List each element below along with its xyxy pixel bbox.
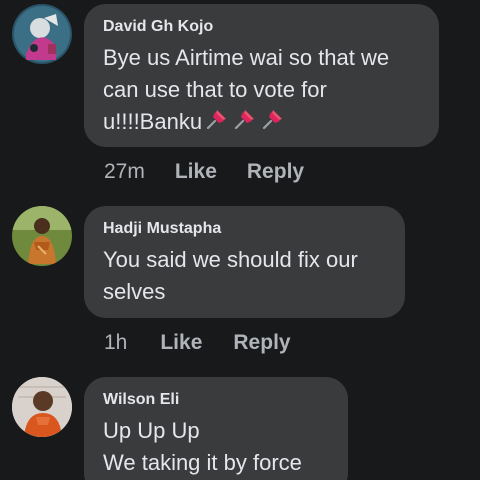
comment-text-line-content: u!!!!Banku bbox=[103, 109, 203, 134]
comment-timestamp: 1h bbox=[104, 331, 128, 354]
comment-timestamp: 27m bbox=[104, 160, 145, 183]
comment-text-line: You said we should fix our bbox=[103, 247, 358, 272]
comment-text-line: Bye us Airtime wai so that we bbox=[103, 45, 390, 70]
comment-actions: 27m Like Reply bbox=[104, 159, 304, 185]
avatar[interactable] bbox=[12, 4, 72, 64]
pushpin-icon bbox=[262, 110, 283, 130]
avatar[interactable] bbox=[12, 377, 72, 437]
comment-text-line: can use that to vote for bbox=[103, 77, 327, 102]
comment-author[interactable]: David Gh Kojo bbox=[103, 17, 421, 37]
like-button[interactable]: Like bbox=[175, 159, 217, 185]
avatar-image bbox=[12, 4, 72, 64]
comment-text: Up Up Up We taking it by force bbox=[103, 415, 330, 479]
comment-author[interactable]: Hadji Mustapha bbox=[103, 219, 387, 239]
comment-text: Bye us Airtime wai so that we can use th… bbox=[103, 42, 421, 138]
comment-text: You said we should fix our selves bbox=[103, 244, 387, 308]
avatar-image bbox=[12, 377, 72, 437]
comment-bubble: David Gh Kojo Bye us Airtime wai so that… bbox=[84, 4, 439, 147]
comment-bubble: Wilson Eli Up Up Up We taking it by forc… bbox=[84, 377, 348, 480]
pushpin-icon bbox=[206, 110, 227, 130]
avatar[interactable] bbox=[12, 206, 72, 266]
comment-bubble: Hadji Mustapha You said we should fix ou… bbox=[84, 206, 405, 318]
pushpin-icon bbox=[234, 110, 255, 130]
comment-text-line: We taking it by force bbox=[103, 450, 302, 475]
comment-actions: 1h Like Reply bbox=[104, 330, 291, 356]
reply-button[interactable]: Reply bbox=[233, 330, 290, 356]
like-button[interactable]: Like bbox=[160, 330, 202, 356]
comment-author[interactable]: Wilson Eli bbox=[103, 390, 330, 410]
comment-text-line: Up Up Up bbox=[103, 418, 200, 443]
comment-feed: David Gh Kojo Bye us Airtime wai so that… bbox=[0, 0, 480, 480]
avatar-image bbox=[12, 206, 72, 266]
comment-text-line: u!!!!Banku bbox=[103, 106, 421, 138]
reply-button[interactable]: Reply bbox=[247, 159, 304, 185]
comment-text-line: selves bbox=[103, 279, 166, 304]
